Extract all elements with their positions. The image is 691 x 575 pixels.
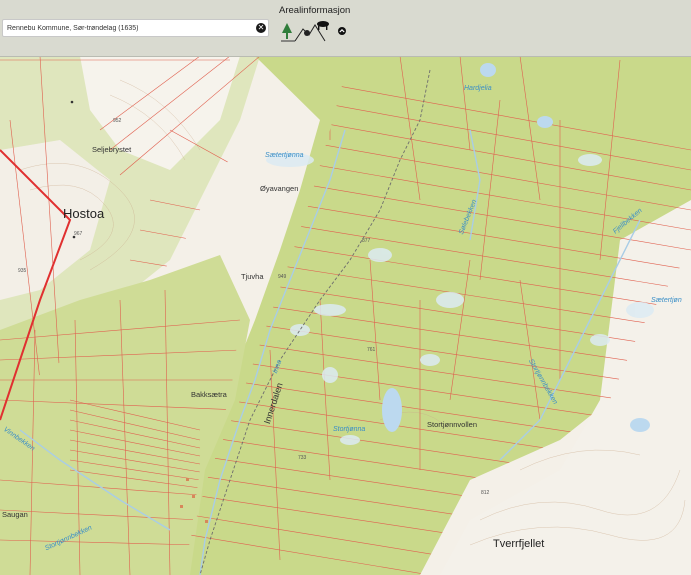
place-label-hostoa: Hostoa [63,206,105,221]
water-label-saetertjonna: Sætertjønna [265,152,304,159]
elevation-877: 877 [362,238,371,244]
place-label-oyavangen: Øyavangen [260,184,299,193]
elevation-761: 761 [367,347,376,353]
place-label-tjuvha: Tjuvha [241,272,264,281]
top-toolbar: ✕ Arealinformasjon [0,0,691,57]
elevation-935: 935 [18,268,27,274]
water-label-hardjelia: Hardjelia [464,85,492,92]
place-label-saugan: Saugan [2,510,28,519]
elevation-733: 733 [298,455,307,461]
elevation-967: 967 [74,231,83,237]
chevron-icon[interactable] [338,27,346,35]
terrain-icon[interactable] [294,24,326,42]
panel-title: Arealinformasjon [279,5,351,16]
elevation-952: 952 [113,118,122,124]
search-input[interactable] [7,21,247,35]
elevation-949: 949 [278,274,287,280]
animal-icon[interactable] [317,21,329,30]
search-box[interactable]: ✕ [2,19,269,37]
place-label-stortjonnvollen: Stortjønnvollen [427,420,478,429]
place-label-bakksaetra: Bakksætra [191,390,227,399]
layer-icons [281,21,346,42]
tree-icon[interactable] [281,23,295,42]
place-label-tverrfjellet: Tverrfjellet [493,538,545,550]
map-canvas[interactable] [0,0,691,575]
water-label-saetertjon: Sætertjøn [651,297,682,304]
water-label-stortjonna: Stortjønna [333,426,366,433]
elevation-812: 812 [481,490,490,496]
close-circle-icon[interactable]: ✕ [256,23,266,33]
place-label-seljebrystet: Seljebrystet [92,145,132,154]
